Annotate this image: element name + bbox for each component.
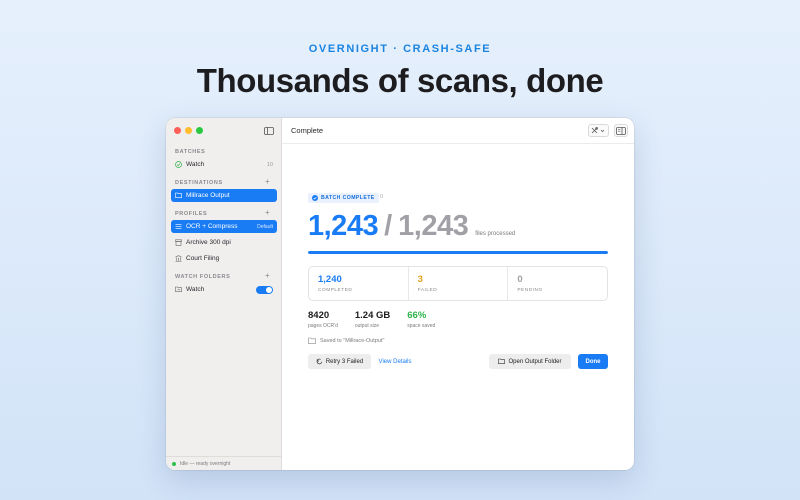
retry-failed-button[interactable]: Retry 3 Failed: [308, 354, 371, 369]
section-label-batches: BATCHES: [175, 149, 206, 155]
archive-box-icon: [175, 239, 182, 246]
batch-complete-badge: BATCH COMPLETE: [308, 193, 379, 203]
sidebar-item-label: Millrace Output: [186, 192, 230, 199]
sidebar-toggle-button[interactable]: [262, 124, 276, 137]
add-watch-folder-button[interactable]: +: [265, 272, 270, 280]
saved-location-text: Saved to "Millrace-Output": [320, 337, 385, 344]
open-folder-label: Open Output Folder: [508, 358, 562, 365]
stat-completed: 1,240 COMPLETED: [309, 267, 408, 300]
stat-label: FAILED: [417, 288, 438, 293]
processed-summary: 1,243 / 1,243 files processed: [308, 210, 515, 243]
metric-value: 8420: [308, 310, 330, 321]
status-dot: [172, 461, 176, 466]
metric-output-size: 1.24 GB output size: [355, 310, 390, 329]
sidebar-item-archive-300-dpi[interactable]: Archive 300 dpi: [171, 236, 277, 249]
stat-label: PENDING: [517, 288, 543, 293]
metric-value: 1.24 GB: [354, 310, 391, 321]
sidebar-item-ocr-compress[interactable]: OCR + Compress Default: [171, 220, 277, 233]
metric-pages: 8420 pages OCR'd: [308, 310, 338, 329]
add-profile-button[interactable]: +: [265, 209, 270, 217]
folder-icon: [308, 337, 316, 344]
sidebar-item-watch-batch[interactable]: Watch 10: [171, 158, 277, 171]
add-destination-button[interactable]: +: [265, 178, 270, 186]
folder-icon: [498, 358, 506, 365]
processed-caption: files processed: [475, 231, 516, 237]
stat-failed: 3 FAILED: [407, 267, 508, 300]
sidebar-item-label: Watch: [186, 161, 205, 168]
section-label-destinations: DESTINATIONS: [175, 180, 223, 186]
metrics-row: 8420 pages OCR'd 1.24 GB output size 66%…: [308, 310, 452, 329]
check-circle-icon: [175, 161, 182, 168]
sidebar-icon: [264, 126, 274, 135]
hero-eyebrow: OVERNIGHT · CRASH-SAFE: [308, 43, 492, 55]
open-output-folder-button[interactable]: Open Output Folder: [489, 354, 571, 369]
metric-label: pages OCR'd: [308, 323, 338, 329]
minimize-window-button[interactable]: [185, 127, 192, 134]
metric-value: 66%: [407, 310, 427, 321]
sidebar-item-label: Archive 300 dpi: [186, 239, 231, 246]
building-icon: [175, 255, 182, 262]
section-label-watch-folders: WATCH FOLDERS: [175, 274, 231, 280]
sidebar-item-court-filing[interactable]: Court Filing: [171, 252, 277, 265]
check-badge-icon: [312, 195, 318, 201]
watch-folder-toggle[interactable]: [256, 285, 273, 294]
stat-pending: 0 PENDING: [507, 267, 607, 300]
metric-label: space saved: [407, 323, 436, 329]
retry-label: Retry 3 Failed: [325, 358, 364, 365]
sidebar-item-label: OCR + Compress: [186, 223, 238, 230]
metric-space-saved: 66% space saved: [407, 310, 435, 329]
sidebar-item-label: Court Filing: [186, 255, 220, 262]
default-badge: Default: [257, 223, 273, 230]
tools-menu-button[interactable]: [588, 124, 609, 137]
inspector-icon: [616, 126, 626, 135]
status-text: Idle — ready overnight: [180, 460, 231, 467]
batch-count: 10: [266, 161, 273, 168]
stat-value: 0: [517, 274, 523, 285]
view-details-button[interactable]: View Details: [374, 354, 416, 369]
stat-value: 1,240: [318, 274, 342, 285]
badge-extra-count: 0: [380, 194, 384, 200]
stats-box: 1,240 COMPLETED 3 FAILED 0 PENDING: [308, 266, 608, 301]
hero-headline: Thousands of scans, done: [196, 62, 604, 99]
tools-icon: [591, 126, 605, 133]
progress-bar: [308, 251, 608, 254]
close-window-button[interactable]: [174, 127, 181, 134]
zoom-window-button[interactable]: [196, 127, 203, 134]
window-controls: [174, 127, 203, 134]
progress-fill: [308, 251, 608, 254]
window-title: Complete: [291, 126, 324, 135]
badge-label: BATCH COMPLETE: [321, 195, 375, 201]
saved-location: Saved to "Millrace-Output": [308, 337, 384, 344]
folder-icon: [175, 192, 182, 199]
folder-arrow-icon: [175, 286, 182, 293]
stat-value: 3: [417, 274, 423, 285]
count-separator: /: [384, 210, 393, 242]
sidebar-item-watch-folder[interactable]: Watch: [171, 283, 277, 296]
titlebar: Complete: [282, 118, 634, 144]
sliders-icon: [175, 223, 182, 230]
sidebar-status-bar: Idle — ready overnight: [166, 456, 282, 470]
main-pane: Complete BATCH COMPLETE 0 1,243 / 1,243 …: [282, 118, 634, 470]
total-count: 1,243: [398, 210, 469, 242]
stat-label: COMPLETED: [318, 288, 353, 293]
sidebar: BATCHES Watch 10 DESTINATIONS + Millrace…: [166, 118, 282, 470]
metric-label: output size: [354, 323, 380, 329]
processed-count: 1,243: [308, 210, 379, 242]
retry-icon: [316, 358, 323, 365]
inspector-toggle-button[interactable]: [614, 124, 628, 137]
section-label-profiles: PROFILES: [175, 211, 208, 217]
done-button[interactable]: Done: [578, 354, 608, 369]
sidebar-item-label: Watch: [186, 286, 205, 293]
app-window: BATCHES Watch 10 DESTINATIONS + Millrace…: [166, 118, 634, 470]
sidebar-item-millrace-output[interactable]: Millrace Output: [171, 189, 277, 202]
